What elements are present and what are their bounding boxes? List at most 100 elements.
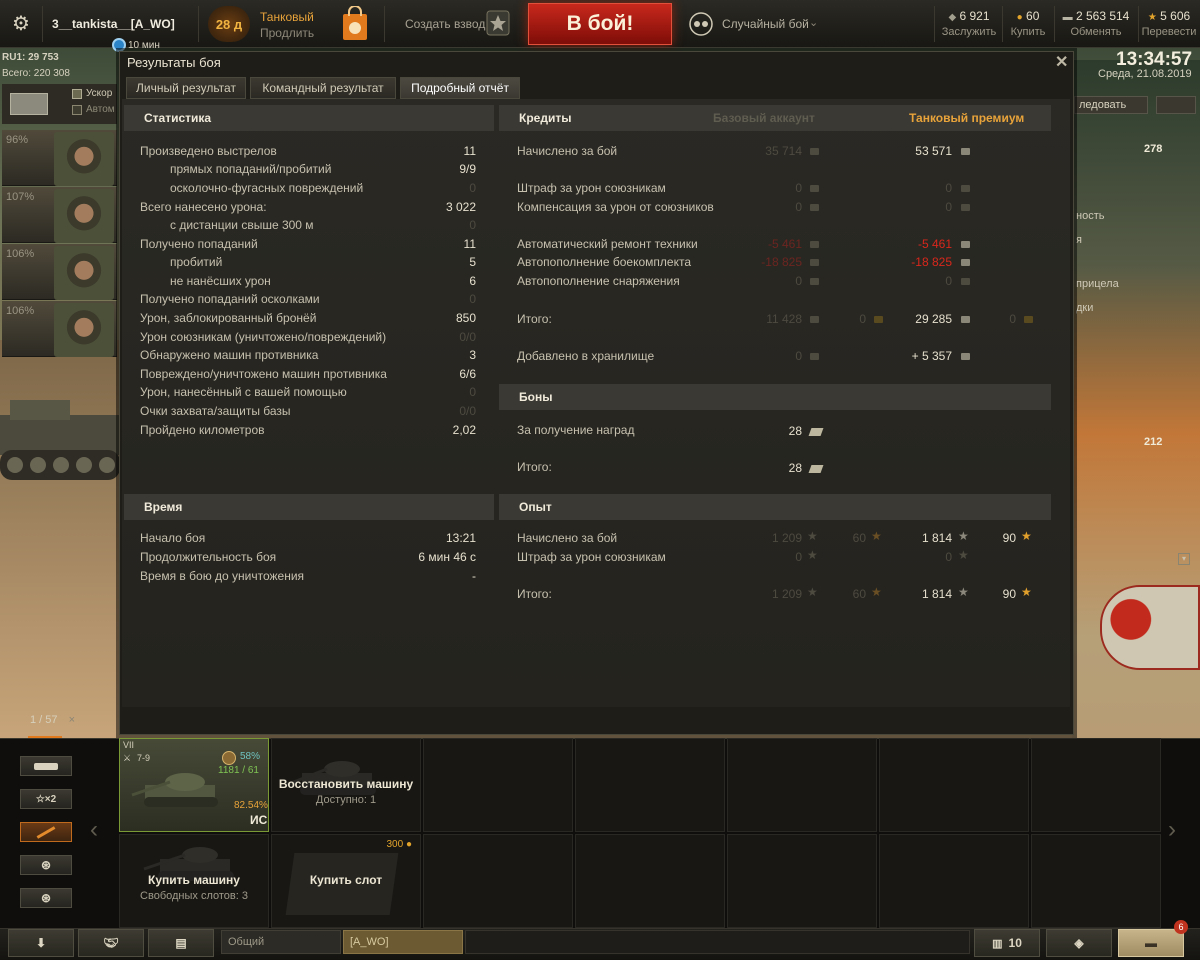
- xp-star-icon: ★: [807, 529, 818, 543]
- checkbox-accelerate[interactable]: [72, 89, 82, 99]
- credits-icon: [810, 316, 819, 323]
- stat-label: Произведено выстрелов: [140, 144, 277, 158]
- time-header: Время: [124, 494, 494, 520]
- settings-gear-icon[interactable]: ⚙: [6, 8, 36, 38]
- carousel-count-value: 1 / 57: [30, 714, 58, 726]
- channel-common[interactable]: Общий: [221, 930, 341, 954]
- notifications-button[interactable]: ▬: [1118, 929, 1184, 957]
- filter-favorite-button[interactable]: ⊛: [20, 888, 72, 908]
- free-xp-icon: ★: [1147, 12, 1157, 23]
- crew-member-3[interactable]: 106%: [2, 244, 117, 300]
- contacts-button[interactable]: ◈: [1046, 929, 1112, 957]
- stored-basic: 0: [795, 349, 802, 363]
- channel-clan[interactable]: [A_WO]: [343, 930, 463, 954]
- crew-member-4[interactable]: 106%: [2, 301, 117, 357]
- messages-button[interactable]: ▤: [148, 929, 214, 957]
- currency-bonds[interactable]: ◆ 6 921 Заслужить: [938, 9, 1000, 38]
- gold-icon: ●: [405, 839, 412, 850]
- session-stats-button[interactable]: ▥ 10: [974, 929, 1040, 957]
- statistics-header: Статистика: [124, 105, 494, 131]
- battle-mode-label[interactable]: Случайный бой: [722, 17, 809, 31]
- premium-label: Танковый: [260, 10, 314, 24]
- filter-tank-type-button[interactable]: [20, 756, 72, 776]
- filter-premium-button[interactable]: [20, 822, 72, 842]
- window-title: Результаты боя: [127, 55, 221, 70]
- stat-value: 0/0: [459, 404, 476, 418]
- hangar-text-1: ность: [1076, 210, 1105, 222]
- research-button[interactable]: ледовать: [1074, 96, 1148, 114]
- compare-button[interactable]: [1156, 96, 1196, 114]
- scroll-down-icon[interactable]: ▾: [1178, 553, 1190, 565]
- checkbox-auto[interactable]: [72, 105, 82, 115]
- stat-value: 11: [463, 144, 476, 158]
- buy-vehicle-slot[interactable]: Купить машину Свободных слотов: 3: [119, 834, 269, 928]
- xp-star-icon: ★: [958, 529, 969, 543]
- premium-stripe-icon: [36, 825, 56, 839]
- xp-fine-basic: 0: [795, 550, 802, 564]
- repair-premium: -5 461: [917, 237, 952, 251]
- gold-action: Купить: [1010, 26, 1046, 38]
- timer-label: 10 мин: [128, 40, 160, 51]
- shop-bag-icon[interactable]: [340, 6, 370, 42]
- download-button[interactable]: ⬇: [8, 929, 74, 957]
- stat-label: Обнаружено машин противника: [140, 348, 319, 362]
- time-value: 6 мин 46 с: [418, 550, 476, 564]
- ally-fine-premium: 0: [945, 181, 952, 195]
- credits-action: Обменять: [1070, 26, 1122, 38]
- tank-card-is[interactable]: VII ⚔ 7-9 58% 1181 / 61 82.54% ИС: [119, 738, 269, 832]
- stat-label: пробитий: [170, 255, 223, 269]
- credits-icon: [961, 316, 970, 323]
- skills-icon[interactable]: [10, 93, 48, 115]
- credits-total-basic: 11 428: [766, 312, 802, 326]
- platoon-star-icon[interactable]: [486, 10, 510, 36]
- emblem-icon: [1100, 585, 1200, 670]
- tank-winrate: 58%: [240, 751, 261, 762]
- crew-member-2[interactable]: 107%: [2, 187, 117, 243]
- free-xp-star-icon: ★: [1021, 529, 1032, 543]
- restore-vehicle-slot[interactable]: Восстановить машину Доступно: 1: [271, 738, 421, 832]
- ally-fine-label: Штраф за урон союзникам: [517, 181, 666, 195]
- buy-slot[interactable]: 300 ● Купить слот: [271, 834, 421, 928]
- tab-personal-result[interactable]: Личный результат: [126, 77, 246, 99]
- premium-days-badge[interactable]: 28 д: [208, 6, 250, 42]
- ammo-basic: -18 825: [761, 255, 802, 269]
- bonds-awards-value: 28: [788, 424, 802, 438]
- equipment-label: Автопополнение снаряжения: [517, 274, 680, 288]
- stat-label: Очки захвата/защиты базы: [140, 404, 291, 418]
- xp-star-icon: ★: [958, 548, 969, 562]
- gold-total-basic: 0: [859, 312, 866, 326]
- hangar-text-4: дки: [1076, 302, 1094, 314]
- credits-icon: [961, 278, 970, 285]
- tab-team-result[interactable]: Командный результат: [250, 77, 396, 99]
- free-xp-star-icon: ★: [871, 529, 882, 543]
- currency-gold[interactable]: ● 60 Купить: [1004, 9, 1052, 38]
- friends-handshake-button[interactable]: 🤝︎: [78, 929, 144, 957]
- filter-elite-button[interactable]: ⊛: [20, 855, 72, 875]
- crew-portrait: [54, 189, 114, 243]
- carousel-right-arrow-icon[interactable]: ›: [1168, 816, 1176, 844]
- tab-detailed-report[interactable]: Подробный отчёт: [400, 77, 520, 99]
- ally-comp-basic: 0: [795, 200, 802, 214]
- battle-button[interactable]: В бой!: [528, 3, 672, 45]
- filter-x2-button[interactable]: ☆ ×2: [20, 789, 72, 809]
- currency-free-xp[interactable]: ★ 5 606 Перевести: [1140, 9, 1198, 38]
- crew-member-1[interactable]: 96%: [2, 130, 117, 186]
- stat-value: 6: [469, 274, 476, 288]
- xp-total-basic: 1 209: [771, 587, 802, 601]
- random-battle-icon[interactable]: [688, 12, 714, 36]
- clear-filter-icon[interactable]: ×: [69, 714, 75, 726]
- create-platoon-label[interactable]: Создать взвод: [405, 17, 485, 31]
- credits-icon: [810, 278, 819, 285]
- stat-label: Пройдено километров: [140, 423, 265, 437]
- currency-credits[interactable]: ▬ 2 563 514 Обменять: [1056, 9, 1136, 38]
- crew-portrait: [54, 303, 114, 357]
- crew-level: 96%: [6, 134, 29, 146]
- chevron-down-icon[interactable]: ⌄: [809, 16, 818, 29]
- player-nickname[interactable]: 3__tankista__[A_WO]: [52, 17, 175, 31]
- stat-label: Получено попаданий осколками: [140, 292, 320, 306]
- premium-extend-link[interactable]: Продлить: [260, 26, 314, 40]
- carousel-left-arrow-icon[interactable]: ‹: [90, 816, 98, 844]
- stat-value: 0/0: [459, 330, 476, 344]
- close-icon[interactable]: ✕: [1055, 52, 1068, 72]
- slot-price-value: 300: [386, 839, 404, 850]
